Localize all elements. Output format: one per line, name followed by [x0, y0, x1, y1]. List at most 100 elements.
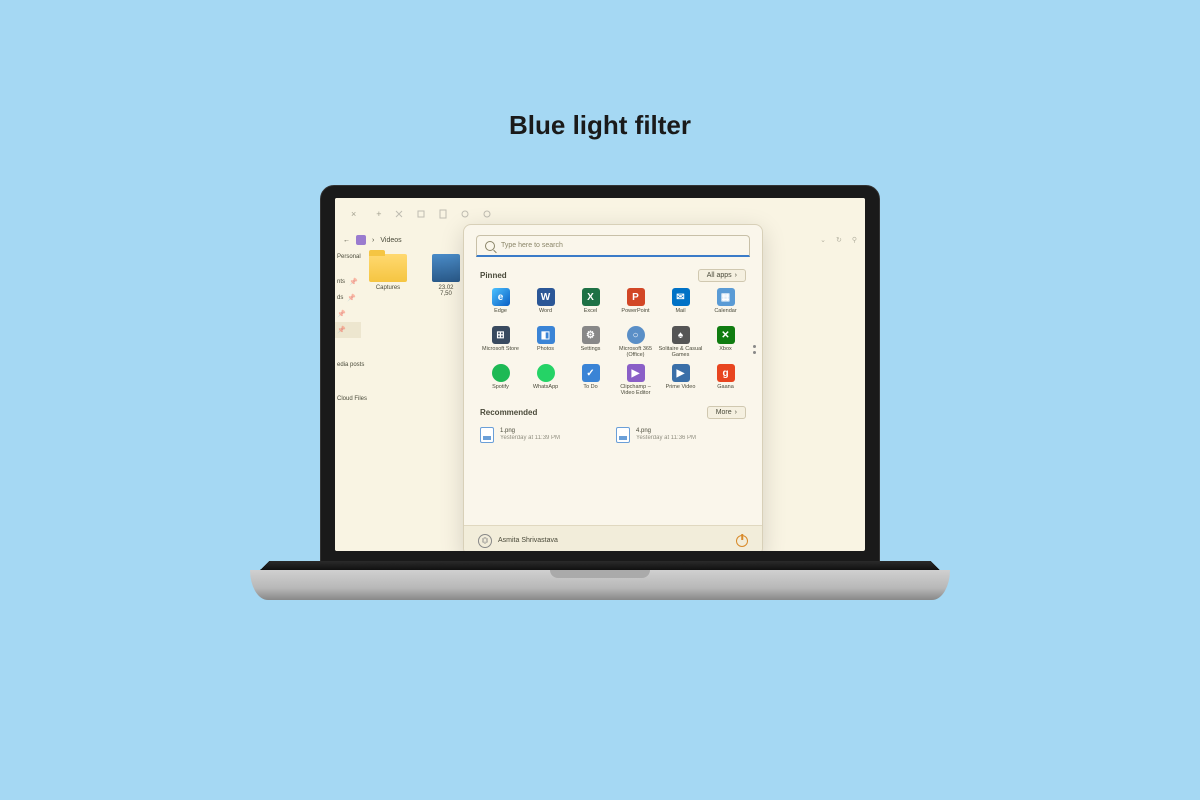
app-icon: ▶: [672, 364, 690, 382]
app-icon: [537, 364, 555, 382]
app-tile-calendar[interactable]: ▦ Calendar: [703, 288, 748, 320]
app-icon: ▦: [717, 288, 735, 306]
paste-icon[interactable]: [438, 209, 448, 219]
recommended-header: Recommended: [480, 408, 537, 417]
app-tile-gaana[interactable]: gGaana: [703, 364, 748, 396]
app-tile-solitaire-casual-games[interactable]: ♠Solitaire & Casual Games: [658, 326, 703, 358]
app-tile-photos[interactable]: ◧Photos: [523, 326, 568, 358]
page-title: Blue light filter: [0, 110, 1200, 141]
laptop-base: [250, 570, 950, 600]
folder-captures[interactable]: Captures: [365, 254, 411, 297]
sidebar-item[interactable]: Cloud Files: [335, 392, 361, 406]
app-tile-to-do[interactable]: ✓ To Do: [568, 364, 613, 396]
app-icon: ✓: [582, 364, 600, 382]
app-tile-settings[interactable]: ⚙ Settings: [568, 326, 613, 358]
all-apps-button[interactable]: All apps ›: [698, 269, 746, 282]
app-label: PowerPoint: [613, 308, 658, 320]
app-icon: ⚙: [582, 326, 600, 344]
recommended-title: 1.png: [500, 428, 560, 435]
file-icon: [616, 427, 630, 443]
app-icon: W: [537, 288, 555, 306]
recommended-item[interactable]: 1.pngYesterday at 11:39 PM: [480, 427, 610, 443]
app-icon: [492, 364, 510, 382]
copy-icon[interactable]: [416, 209, 426, 219]
app-label: Solitaire & Casual Games: [658, 346, 703, 358]
app-label: Edge: [478, 308, 523, 320]
app-label: Spotify: [478, 384, 523, 396]
folder-icon: [369, 254, 407, 282]
laptop-mockup: × + ← › Videos ⌄ ↻ ⚲ Persona: [320, 185, 880, 600]
app-tile-powerpoint[interactable]: P PowerPoint: [613, 288, 658, 320]
app-tile-edge[interactable]: e Edge: [478, 288, 523, 320]
app-label: WhatsApp: [523, 384, 568, 396]
search-placeholder: Type here to search: [501, 242, 563, 249]
search-icon[interactable]: ⚲: [852, 236, 857, 244]
app-label: Clipchamp – Video Editor: [613, 384, 658, 396]
share-icon[interactable]: [482, 209, 492, 219]
rename-icon[interactable]: [460, 209, 470, 219]
cut-icon[interactable]: [394, 209, 404, 219]
app-label: Gaana: [703, 384, 748, 396]
location-icon: [356, 235, 366, 245]
app-icon: ▶: [627, 364, 645, 382]
app-tile-word[interactable]: WWord: [523, 288, 568, 320]
recommended-title: 4.png: [636, 428, 696, 435]
search-icon: [485, 241, 495, 251]
user-name[interactable]: Asmita Shrivastava: [498, 537, 558, 544]
app-tile-xbox[interactable]: ✕ Xbox: [703, 326, 748, 358]
app-icon: P: [627, 288, 645, 306]
pinned-header: Pinned: [480, 271, 507, 280]
app-label: Xbox: [703, 346, 748, 358]
refresh-icon[interactable]: ↻: [836, 236, 842, 244]
chevron-right-icon: ›: [735, 272, 737, 279]
tab-close-icon[interactable]: ×: [351, 209, 356, 219]
app-tile-clipchamp-video-editor[interactable]: ▶ Clipchamp – Video Editor: [613, 364, 658, 396]
start-footer: ⏣ Asmita Shrivastava: [464, 525, 762, 551]
laptop-keyboard: [260, 561, 940, 570]
back-icon[interactable]: ←: [343, 237, 350, 244]
recommended-subtitle: Yesterday at 11:39 PM: [500, 435, 560, 442]
pin-icon: 📌: [337, 310, 346, 318]
app-label: Excel: [568, 308, 613, 320]
breadcrumb[interactable]: Videos: [380, 237, 401, 244]
sidebar-item[interactable]: nts📌: [335, 274, 361, 290]
app-icon: ✕: [717, 326, 735, 344]
app-label: Mail: [658, 308, 703, 320]
pinned-apps-grid: e EdgeWWord X Excel P PowerPoint ✉ Mail ▦ Calenda…: [464, 286, 762, 398]
sidebar-item-personal[interactable]: Personal: [335, 250, 361, 264]
app-tile-microsoft-store[interactable]: ⊞Microsoft Store: [478, 326, 523, 358]
app-label: Prime Video: [658, 384, 703, 396]
file-label: Captures: [365, 285, 411, 291]
app-tile-mail[interactable]: ✉ Mail: [658, 288, 703, 320]
page-indicator[interactable]: [753, 345, 756, 354]
breadcrumb-arrow-icon: ›: [372, 237, 374, 244]
app-label: Settings: [568, 346, 613, 358]
app-tile-spotify[interactable]: Spotify: [478, 364, 523, 396]
app-icon: e: [492, 288, 510, 306]
new-tab-icon[interactable]: +: [376, 209, 381, 219]
app-icon: ○: [627, 326, 645, 344]
app-label: Calendar: [703, 308, 748, 320]
more-button[interactable]: More ›: [707, 406, 746, 419]
app-tile-prime-video[interactable]: ▶ Prime Video: [658, 364, 703, 396]
explorer-sidebar: Personal nts📌 ds📌 📌 📌 edia posts Cloud F…: [335, 250, 361, 551]
app-icon: ✉: [672, 288, 690, 306]
sidebar-item[interactable]: ds📌: [335, 290, 361, 306]
app-tile-microsoft-365-office-[interactable]: ○Microsoft 365 (Office): [613, 326, 658, 358]
app-label: To Do: [568, 384, 613, 396]
recommended-item[interactable]: 4.pngYesterday at 11:36 PM: [616, 427, 746, 443]
sidebar-item-selected[interactable]: 📌: [335, 322, 361, 338]
dropdown-icon[interactable]: ⌄: [820, 236, 826, 244]
explorer-file-pane: Captures 23.027,50: [365, 254, 469, 297]
avatar-icon[interactable]: ⏣: [478, 534, 492, 548]
laptop-screen-bezel: × + ← › Videos ⌄ ↻ ⚲ Persona: [320, 185, 880, 570]
search-input[interactable]: Type here to search: [476, 235, 750, 257]
app-tile-excel[interactable]: X Excel: [568, 288, 613, 320]
recommended-list: 1.pngYesterday at 11:39 PM4.pngYesterday…: [464, 423, 762, 447]
sidebar-item[interactable]: edia posts: [335, 358, 361, 372]
sidebar-item[interactable]: 📌: [335, 306, 361, 322]
power-icon[interactable]: [736, 535, 748, 547]
app-label: Microsoft Store: [478, 346, 523, 358]
app-tile-whatsapp[interactable]: WhatsApp: [523, 364, 568, 396]
app-icon: X: [582, 288, 600, 306]
